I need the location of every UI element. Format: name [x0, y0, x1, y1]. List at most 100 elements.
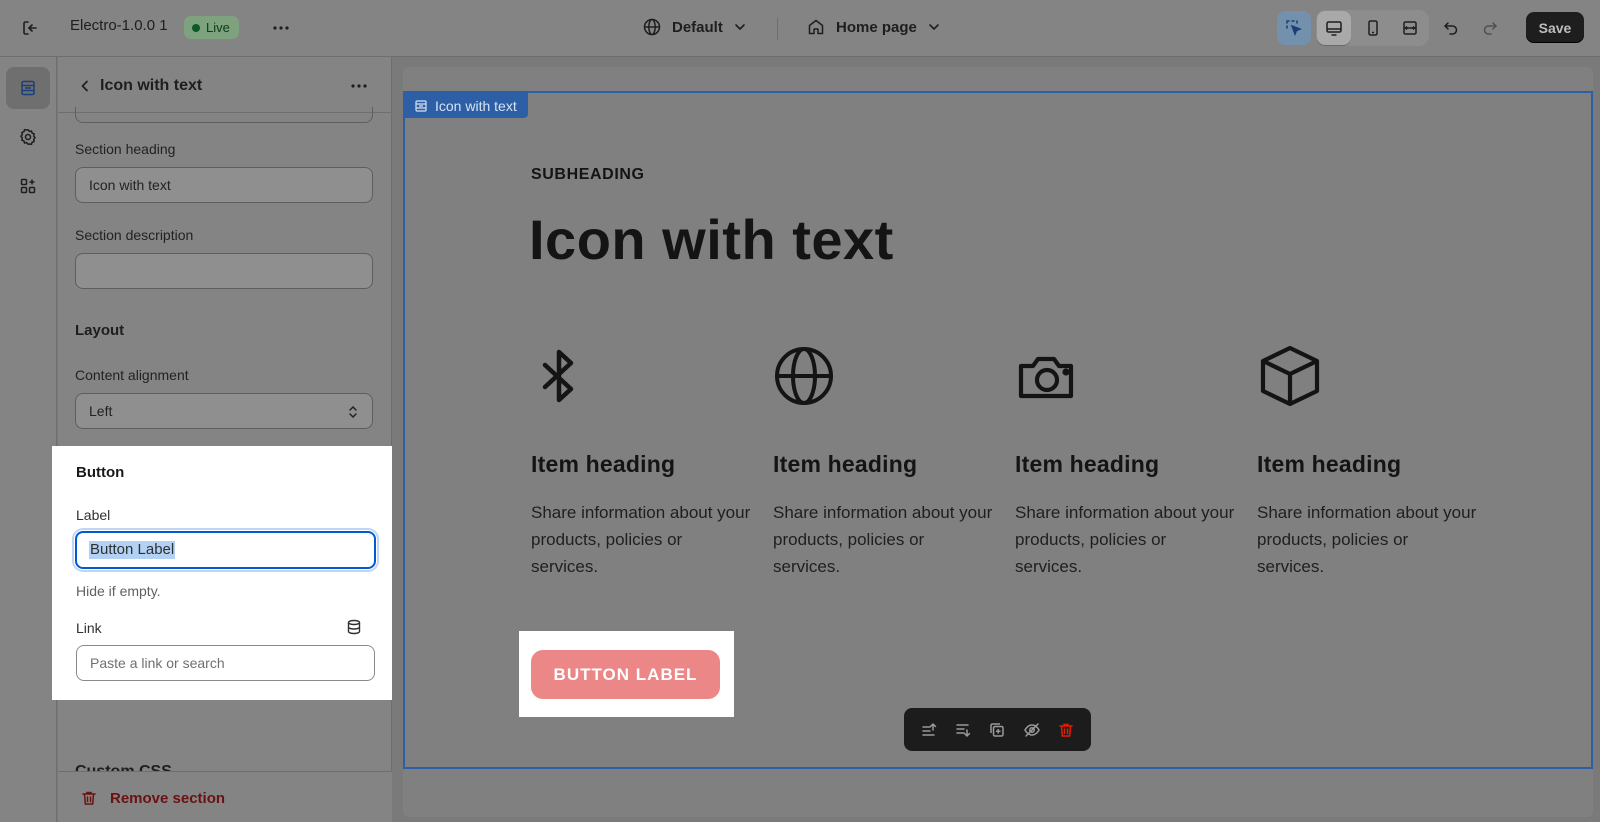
- camera-icon: [1015, 343, 1235, 409]
- bluetooth-icon: [531, 343, 751, 409]
- layout-group-title: Layout: [75, 322, 125, 339]
- redo-button[interactable]: [1473, 11, 1507, 45]
- section-description-label: Section description: [75, 227, 194, 243]
- language-selector-label: Default: [672, 18, 723, 36]
- top-bar: Electro-1.0.0 1 Live Default Home page S…: [0, 0, 1600, 57]
- item-heading: Item heading: [1257, 451, 1402, 477]
- expand-horizontal-icon: [1403, 21, 1417, 35]
- select-arrows-icon: [349, 405, 357, 419]
- move-up-icon: [922, 722, 937, 736]
- sections-icon: [415, 99, 427, 112]
- redo-icon: [1483, 22, 1497, 35]
- section-actions-button[interactable]: [344, 71, 374, 101]
- chevron-down-icon: [929, 24, 939, 31]
- sidebar-item-apps[interactable]: [6, 165, 50, 207]
- home-icon: [808, 19, 824, 35]
- box-icon: [1257, 343, 1477, 409]
- mobile-icon: [1368, 20, 1378, 36]
- item-heading: Item heading: [773, 451, 918, 477]
- delete-button[interactable]: [1052, 716, 1080, 744]
- move-down-icon: [956, 723, 971, 737]
- desktop-icon: [1326, 21, 1342, 36]
- button-link-label: Link: [76, 620, 102, 636]
- item-text: Share information about your products, p…: [1257, 503, 1477, 576]
- item-text: Share information about your products, p…: [773, 503, 993, 576]
- button-link-input[interactable]: Paste a link or search: [76, 645, 375, 681]
- button-settings-group: Button Label Button Label Hide if empty.…: [52, 446, 392, 700]
- icon-text-item[interactable]: Item heading Share information about you…: [1015, 343, 1235, 576]
- section-floating-toolbar: [904, 708, 1091, 751]
- exit-icon: [23, 21, 37, 35]
- icon-text-item[interactable]: Item heading Share information about you…: [1257, 343, 1477, 576]
- panel-header: Icon with text: [58, 57, 392, 113]
- section-heading-input[interactable]: Icon with text: [75, 167, 373, 203]
- sidebar-item-theme-settings[interactable]: [6, 116, 50, 158]
- trash-icon: [1059, 723, 1073, 737]
- undo-icon: [1444, 22, 1458, 35]
- move-down-button[interactable]: [949, 716, 977, 744]
- more-horizontal-icon: [273, 26, 289, 30]
- divider: [777, 18, 778, 40]
- panel-title: Icon with text: [100, 77, 203, 94]
- chevron-left-icon: [81, 80, 88, 92]
- page-selector[interactable]: Home page: [806, 17, 941, 37]
- content-alignment-select[interactable]: Left: [75, 393, 373, 429]
- preview-cta-button[interactable]: BUTTON LABEL: [531, 650, 720, 699]
- desktop-view-button[interactable]: [1317, 11, 1351, 45]
- exit-button[interactable]: [13, 11, 47, 45]
- chevron-down-icon: [735, 24, 745, 31]
- item-heading: Item heading: [1015, 451, 1160, 477]
- fullwidth-view-button[interactable]: [1393, 11, 1427, 45]
- content-alignment-label: Content alignment: [75, 367, 189, 383]
- button-label-help: Hide if empty.: [76, 583, 161, 599]
- section-tag-label: Icon with text: [435, 97, 517, 114]
- button-label-input[interactable]: Button Label: [75, 531, 376, 569]
- mobile-view-button[interactable]: [1356, 11, 1390, 45]
- status-badge: Live: [184, 16, 239, 39]
- page-selector-label: Home page: [836, 18, 917, 36]
- sidebar-item-sections[interactable]: [6, 67, 50, 109]
- language-selector[interactable]: Default: [642, 17, 747, 37]
- theme-actions-button[interactable]: [264, 11, 298, 45]
- status-badge-label: Live: [206, 20, 230, 35]
- duplicate-icon: [990, 722, 1005, 737]
- sidebar-rail: [0, 57, 57, 822]
- select-cursor-icon: [1286, 20, 1303, 37]
- more-horizontal-icon: [351, 84, 367, 88]
- gear-icon: [20, 128, 36, 146]
- sections-icon: [21, 80, 35, 96]
- globe-icon: [643, 18, 661, 36]
- button-group-title: Button: [76, 464, 125, 481]
- inspector-toggle-button[interactable]: [1277, 11, 1311, 45]
- save-button[interactable]: Save: [1526, 12, 1584, 43]
- remove-section-label: Remove section: [110, 789, 226, 807]
- section-tag[interactable]: Icon with text: [405, 93, 528, 118]
- globe-icon: [773, 343, 993, 409]
- remove-section-button[interactable]: Remove section: [80, 789, 225, 807]
- trash-icon: [82, 791, 96, 805]
- previous-field-edge: [75, 107, 373, 123]
- duplicate-button[interactable]: [983, 716, 1011, 744]
- content-alignment-value: Left: [89, 403, 113, 419]
- live-dot-icon: [192, 23, 200, 32]
- section-description-input[interactable]: [75, 253, 373, 289]
- section-heading-label: Section heading: [75, 141, 176, 157]
- item-text: Share information about your products, p…: [1015, 503, 1235, 576]
- item-text: Share information about your products, p…: [531, 503, 751, 576]
- icon-text-item[interactable]: Item heading Share information about you…: [531, 343, 751, 576]
- viewport-switcher: [1316, 10, 1429, 46]
- undo-button[interactable]: [1434, 11, 1468, 45]
- back-button[interactable]: [72, 73, 98, 99]
- icon-text-item[interactable]: Item heading Share information about you…: [773, 343, 993, 576]
- button-label-input-value: Button Label: [89, 541, 176, 559]
- eye-off-icon: [1023, 722, 1040, 737]
- preview-heading[interactable]: Icon with text: [529, 207, 894, 272]
- preview-subheading[interactable]: SUBHEADING: [531, 166, 645, 184]
- apps-icon: [20, 178, 36, 194]
- dynamic-source-icon[interactable]: [345, 618, 363, 636]
- panel-footer: Remove section: [58, 771, 392, 822]
- move-up-button[interactable]: [915, 716, 943, 744]
- theme-name: Electro-1.0.0 1: [70, 17, 168, 34]
- settings-panel: Icon with text Section heading Icon with…: [58, 57, 392, 822]
- hide-button[interactable]: [1018, 716, 1046, 744]
